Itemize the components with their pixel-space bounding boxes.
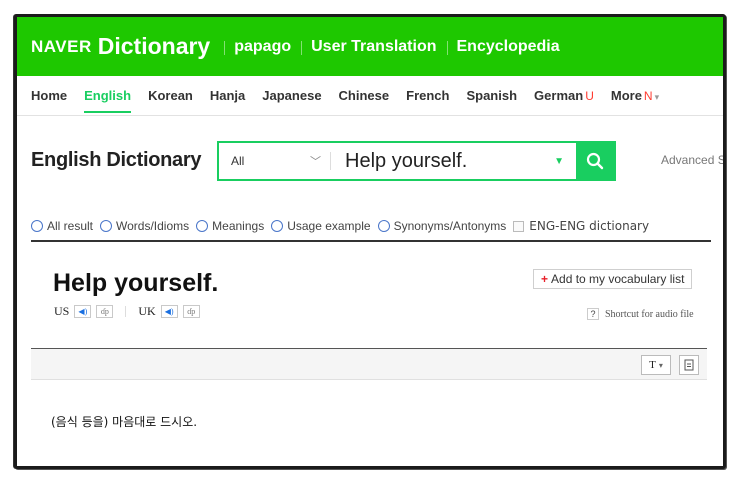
category-value: All (231, 154, 245, 168)
speaker-icon[interactable]: ◀) (160, 305, 178, 318)
top-bar: NAVER Dictionary papago User Translation… (17, 17, 723, 76)
search-button[interactable] (576, 143, 614, 179)
checkbox-icon (513, 221, 525, 232)
filter-label: Words/Idioms (116, 219, 190, 233)
nav-spanish[interactable]: Spanish (466, 76, 517, 116)
add-vocabulary-button[interactable]: + Add to my vocabulary list (533, 269, 693, 289)
uk-label: UK (138, 304, 156, 318)
advanced-search-link[interactable]: Advanced S (661, 153, 723, 167)
search-input[interactable]: Help yourself. (331, 150, 554, 173)
nav-home[interactable]: Home (31, 76, 67, 116)
eng-eng-checkbox[interactable]: ENG-ENG dictionary (513, 219, 649, 233)
search-icon (586, 152, 604, 170)
updated-badge: U (585, 88, 594, 103)
search-box: All ﹀ Help yourself. ▼ (217, 141, 616, 181)
section-title: English Dictionary (31, 149, 202, 171)
plus-icon: + (541, 272, 549, 286)
nav-chinese[interactable]: Chinese (339, 76, 390, 116)
browser-frame: NAVER Dictionary papago User Translation… (14, 14, 726, 469)
print-button[interactable] (679, 355, 699, 375)
chevron-down-icon: ▾ (654, 91, 660, 102)
radio-icon (377, 220, 390, 232)
divider (125, 306, 127, 317)
print-icon (684, 359, 694, 371)
filter-label: Meanings (212, 219, 265, 233)
nav-french[interactable]: French (406, 76, 449, 116)
nav-more[interactable]: More N ▾ (611, 76, 659, 116)
nav-korean[interactable]: Korean (148, 76, 193, 116)
dictionary-title[interactable]: Dictionary (98, 33, 210, 60)
radio-icon (100, 220, 113, 232)
font-size-button[interactable]: T ▾ (641, 355, 671, 375)
new-badge: N (643, 88, 653, 103)
add-vocabulary-label: Add to my vocabulary list (551, 272, 685, 286)
question-icon: ? (587, 308, 599, 320)
papago-link[interactable]: papago (224, 38, 301, 56)
category-select[interactable]: All ﹀ (219, 143, 331, 179)
chevron-down-icon: ▾ (658, 360, 663, 370)
phonetic-icon[interactable]: ɗp (182, 305, 200, 318)
entry-headword: Help yourself. (53, 269, 219, 297)
user-translation-link[interactable]: User Translation (301, 38, 446, 56)
nav-hanja[interactable]: Hanja (210, 76, 245, 116)
filter-words-idioms[interactable]: Words/Idioms (100, 219, 189, 233)
entry-toolbar: T ▾ (31, 348, 707, 380)
encyclopedia-link[interactable]: Encyclopedia (446, 38, 570, 56)
eng-eng-label: ENG-ENG dictionary (529, 219, 650, 233)
radio-icon (271, 220, 284, 232)
filter-usage-example[interactable]: Usage example (271, 219, 371, 233)
filter-meanings[interactable]: Meanings (196, 219, 264, 233)
nav-german-label: German (534, 87, 584, 103)
audio-shortcut[interactable]: ? Shortcut for audio file (587, 308, 694, 320)
filter-synonyms-antonyms[interactable]: Synonyms/Antonyms (377, 219, 507, 233)
nav-more-label: More (610, 87, 642, 103)
language-nav: Home English Korean Hanja Japanese Chine… (17, 76, 723, 116)
radio-icon (196, 220, 209, 232)
audio-shortcut-label: Shortcut for audio file (605, 308, 694, 320)
us-label: US (54, 304, 70, 318)
autocomplete-toggle-icon[interactable]: ▼ (554, 156, 564, 167)
speaker-icon[interactable]: ◀) (74, 305, 92, 318)
filter-label: Synonyms/Antonyms (393, 219, 507, 233)
pronunciation-row: US ◀) ɗp UK ◀) ɗp (54, 304, 200, 319)
result-filters: All result Words/Idioms Meanings Usage e… (31, 212, 711, 242)
naver-logo[interactable]: NAVER (31, 37, 92, 57)
phonetic-icon[interactable]: ɗp (96, 305, 114, 318)
meaning-text: (음식 등을) 마음대로 드시오. (51, 415, 198, 429)
nav-japanese[interactable]: Japanese (262, 76, 321, 116)
nav-english[interactable]: English (84, 76, 131, 116)
filter-label: Usage example (287, 219, 371, 233)
nav-german[interactable]: German U (534, 76, 594, 116)
font-size-label: T (649, 359, 656, 371)
search-row: English Dictionary All ﹀ Help yourself. … (17, 141, 723, 181)
filter-label: All result (47, 219, 94, 233)
radio-icon (31, 220, 43, 232)
chevron-down-icon: ﹀ (310, 156, 321, 168)
filter-all-result[interactable]: All result (31, 219, 93, 233)
